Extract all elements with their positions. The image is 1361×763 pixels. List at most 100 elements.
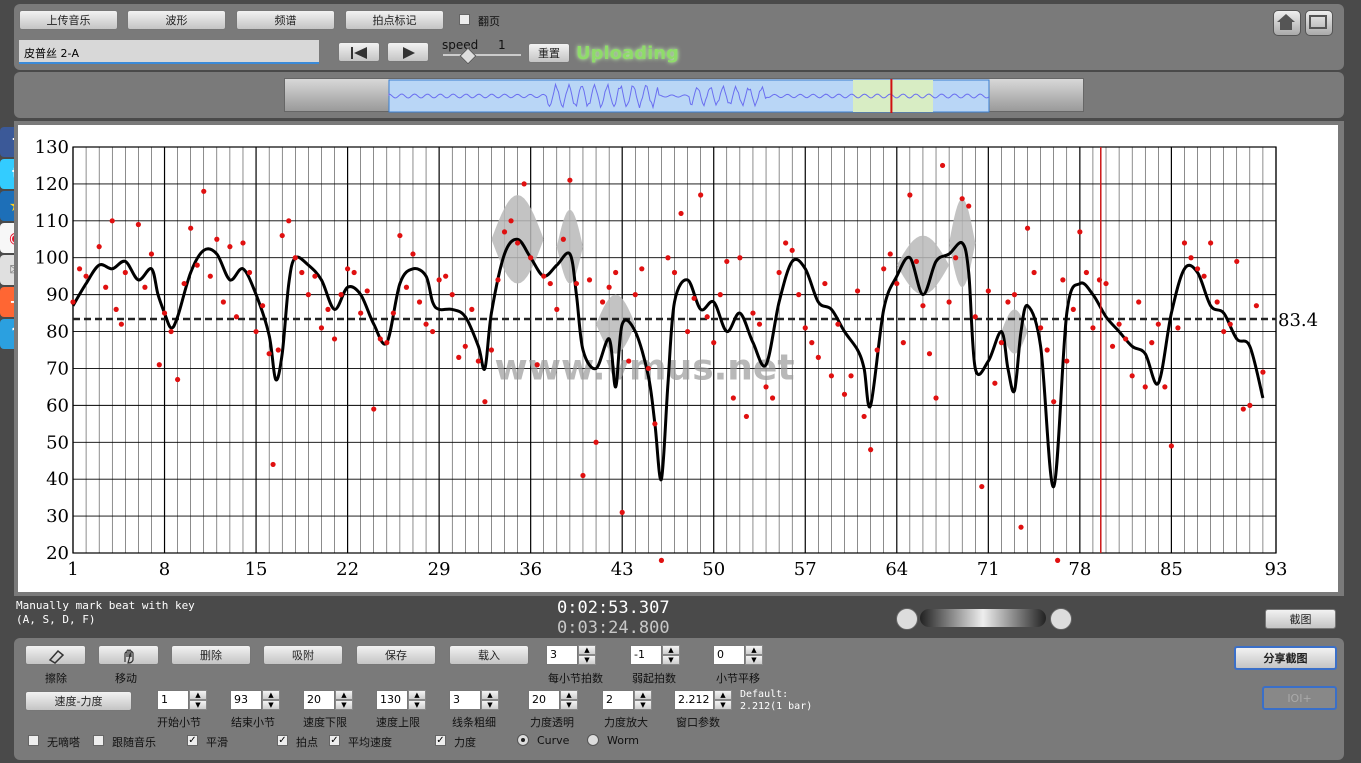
beat-point[interactable] xyxy=(299,269,305,276)
beat-point[interactable] xyxy=(1109,343,1116,349)
beat-point[interactable] xyxy=(1260,369,1266,375)
delete-button[interactable]: 删除 xyxy=(171,645,251,665)
beat-point[interactable] xyxy=(469,306,475,312)
zoom-track[interactable] xyxy=(920,609,1046,627)
beat-point[interactable] xyxy=(364,288,370,294)
beat-point[interactable] xyxy=(70,299,76,305)
eraser-button[interactable] xyxy=(25,645,86,665)
force-zoom-up[interactable]: ▲ xyxy=(634,690,652,700)
bar-shift-value[interactable]: 0 xyxy=(713,645,745,665)
beat-point[interactable] xyxy=(1077,229,1083,235)
start-bar-value[interactable]: 1 xyxy=(157,690,189,710)
beat-point[interactable] xyxy=(868,447,874,453)
beat-point[interactable] xyxy=(514,240,521,246)
beat-point[interactable] xyxy=(796,292,802,298)
beat-point-checkbox[interactable]: ✓ xyxy=(277,735,288,746)
beat-point[interactable] xyxy=(266,351,272,357)
beat-point[interactable] xyxy=(619,509,625,515)
beat-point[interactable] xyxy=(113,306,119,312)
beat-point[interactable] xyxy=(809,340,815,346)
tempo-chart[interactable]: 20 30 40 50 60 70 80 90 100 110 120 130 1 8 15 22 29 36 43… xyxy=(18,125,1338,592)
beat-point[interactable] xyxy=(338,292,344,298)
beat-point[interactable] xyxy=(802,325,808,331)
beat-point[interactable] xyxy=(1090,325,1096,331)
beat-point[interactable] xyxy=(482,399,488,405)
force-alpha-up[interactable]: ▲ xyxy=(560,690,578,700)
save-button[interactable]: 保存 xyxy=(356,645,436,665)
beat-point[interactable] xyxy=(1083,269,1089,276)
beat-point[interactable] xyxy=(233,314,240,320)
start-bar-stepper[interactable]: 1 ▲ ▼ xyxy=(157,690,209,710)
beats-per-bar-stepper[interactable]: 3 ▲ ▼ xyxy=(546,645,598,665)
end-bar-up[interactable]: ▲ xyxy=(262,690,280,700)
bar-shift-down[interactable]: ▼ xyxy=(745,655,763,665)
beat-point[interactable] xyxy=(933,395,939,401)
window-value[interactable]: 2.212 xyxy=(674,690,714,710)
tempo-low-down[interactable]: ▼ xyxy=(335,700,353,710)
beat-point[interactable] xyxy=(743,413,750,420)
beat-point[interactable] xyxy=(783,240,789,246)
beat-point[interactable] xyxy=(1194,266,1201,272)
beat-point[interactable] xyxy=(881,266,887,272)
beat-point[interactable] xyxy=(416,299,423,305)
beat-point[interactable] xyxy=(118,321,124,327)
beat-point[interactable] xyxy=(946,299,952,305)
beat-point[interactable] xyxy=(528,255,534,261)
beat-point[interactable] xyxy=(1240,406,1246,412)
beat-point[interactable] xyxy=(1162,384,1168,390)
beat-point[interactable] xyxy=(580,472,586,479)
beat-point[interactable] xyxy=(83,273,89,279)
avg-tempo-checkbox[interactable]: ✓ xyxy=(329,735,340,746)
beat-point[interactable] xyxy=(390,310,396,316)
tempo-high-stepper[interactable]: 130 ▲ ▼ xyxy=(376,690,428,710)
beat-point[interactable] xyxy=(900,340,906,346)
beat-point[interactable] xyxy=(508,218,514,224)
force-alpha-stepper[interactable]: 20 ▲ ▼ xyxy=(528,690,580,710)
overview-waveform[interactable] xyxy=(285,79,1085,113)
beat-point[interactable] xyxy=(443,273,449,279)
beat-point[interactable] xyxy=(894,280,900,287)
spectrum-button[interactable]: 频谱 xyxy=(236,10,335,30)
beat-point[interactable] xyxy=(331,336,338,342)
beat-point[interactable] xyxy=(436,277,442,283)
beat-point[interactable] xyxy=(286,218,292,224)
beat-point[interactable] xyxy=(920,303,926,309)
beat-point[interactable] xyxy=(270,461,276,468)
tempo-curve[interactable] xyxy=(71,237,1265,489)
beat-point[interactable] xyxy=(776,269,782,276)
beat-point[interactable] xyxy=(501,229,508,235)
pickup-value[interactable]: -1 xyxy=(630,645,662,665)
beat-point[interactable] xyxy=(691,295,697,301)
beat-point[interactable] xyxy=(848,373,854,379)
beat-point[interactable] xyxy=(1011,292,1018,298)
beat-point[interactable] xyxy=(979,483,985,490)
fullscreen-button[interactable] xyxy=(1305,10,1333,36)
beat-point[interactable] xyxy=(1129,373,1135,379)
beat-point[interactable] xyxy=(253,328,259,335)
beat-point[interactable] xyxy=(168,328,174,335)
beat-point[interactable] xyxy=(567,177,573,183)
beat-point[interactable] xyxy=(305,292,311,298)
beat-point[interactable] xyxy=(1168,443,1174,449)
beat-point[interactable] xyxy=(175,376,181,383)
move-button[interactable] xyxy=(98,645,159,665)
beat-point[interactable] xyxy=(554,306,560,312)
beat-point[interactable] xyxy=(665,255,671,261)
beat-point[interactable] xyxy=(1247,402,1253,408)
beat-point[interactable] xyxy=(1018,524,1024,530)
force-zoom-value[interactable]: 2 xyxy=(602,690,634,710)
ioi-button[interactable]: IOI+ xyxy=(1262,686,1337,710)
pickup-stepper[interactable]: -1 ▲ ▼ xyxy=(630,645,682,665)
beat-point[interactable] xyxy=(1136,299,1142,305)
beat-point[interactable] xyxy=(201,188,207,194)
beat-point[interactable] xyxy=(122,269,128,276)
tempo-dynamics-button[interactable]: 速度-力度 xyxy=(25,691,132,711)
beat-point[interactable] xyxy=(1253,303,1259,309)
beat-point[interactable] xyxy=(1188,255,1194,261)
beat-point[interactable] xyxy=(828,373,835,379)
no-beep-checkbox[interactable] xyxy=(28,735,39,746)
beat-point[interactable] xyxy=(861,413,867,420)
beat-point[interactable] xyxy=(998,340,1005,346)
beat-point[interactable] xyxy=(214,236,220,242)
waveform-zoom-slider[interactable] xyxy=(896,606,1072,630)
